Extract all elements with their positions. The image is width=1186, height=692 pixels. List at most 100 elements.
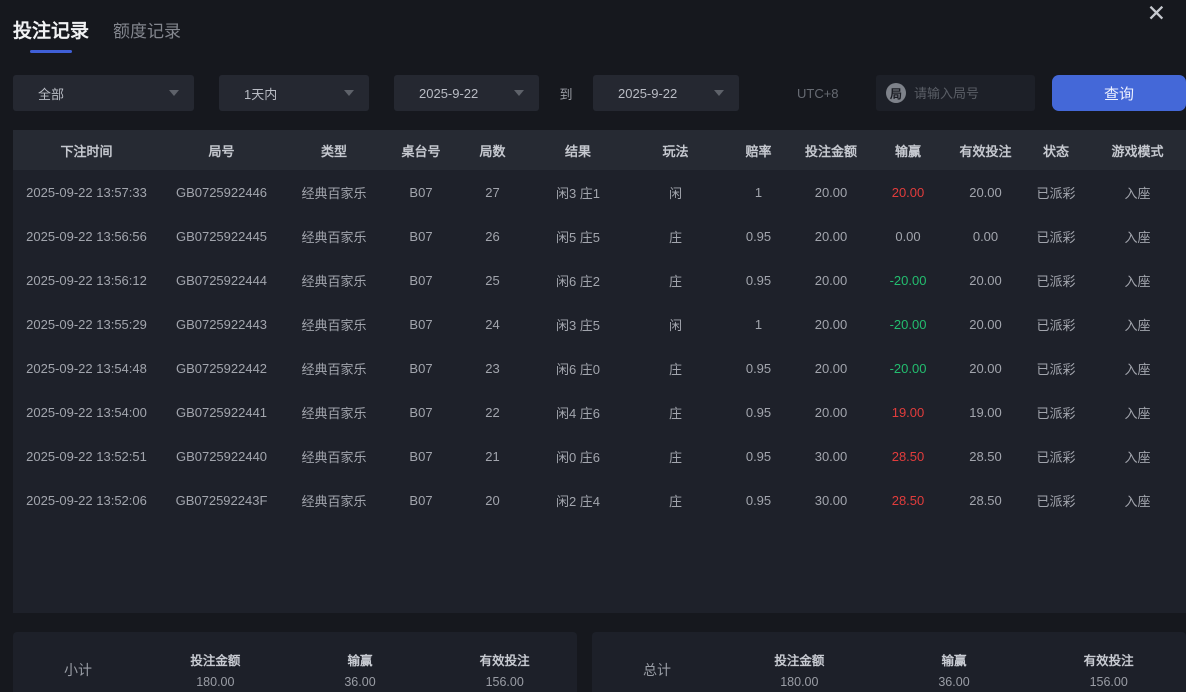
cell-table-no: B07: [385, 493, 457, 508]
cell-status: 已派彩: [1023, 491, 1089, 510]
cell-valid-bet: 20.00: [948, 273, 1023, 288]
cell-bet-amount: 20.00: [794, 185, 868, 200]
subtotal-valid-bet: 有效投注 156.00: [432, 650, 577, 689]
tab-betting-records-label: 投注记录: [13, 21, 89, 42]
cell-bet-amount: 30.00: [794, 449, 868, 464]
cell-odds: 0.95: [723, 273, 794, 288]
col-game-mode: 游戏模式: [1089, 141, 1186, 160]
chevron-down-icon: [344, 90, 354, 96]
cell-result: 闲6 庄2: [528, 271, 628, 290]
chevron-down-icon: [169, 90, 179, 96]
cell-bet-amount: 30.00: [794, 493, 868, 508]
cell-play: 庄: [628, 359, 723, 378]
cell-table-no: B07: [385, 405, 457, 420]
date-range-select-value: 1天内: [244, 84, 277, 103]
category-select[interactable]: 全部: [13, 75, 194, 111]
cell-bet-amount: 20.00: [794, 317, 868, 332]
cell-table-no: B07: [385, 273, 457, 288]
cell-win-loss: -20.00: [868, 361, 948, 376]
total-panel: 总计 投注金额 180.00 输赢 36.00 有效投注 156.00: [592, 632, 1186, 692]
summary-footer: 小计 投注金额 180.00 输赢 36.00 有效投注 156.00 总计: [13, 632, 1186, 692]
cell-result: 闲3 庄1: [528, 183, 628, 202]
cell-game-mode: 入座: [1089, 403, 1186, 422]
close-icon[interactable]: ✕: [1147, 2, 1166, 25]
cell-bet-time: 2025-09-22 13:56:56: [13, 229, 160, 244]
to-label: 到: [539, 84, 593, 103]
total-win-loss: 输赢 36.00: [877, 650, 1032, 689]
col-result: 结果: [528, 141, 628, 160]
cell-type: 经典百家乐: [283, 491, 385, 510]
cell-round-id: GB072592243F: [160, 493, 283, 508]
cell-bet-time: 2025-09-22 13:54:00: [13, 405, 160, 420]
col-bet-amount: 投注金额: [794, 141, 868, 160]
tab-quota-records[interactable]: 额度记录: [113, 17, 181, 42]
col-type: 类型: [283, 141, 385, 160]
query-button[interactable]: 查询: [1052, 75, 1186, 111]
cell-result: 闲6 庄0: [528, 359, 628, 378]
date-from-select[interactable]: 2025-9-22: [394, 75, 539, 111]
total-bet-amount: 投注金额 180.00: [722, 650, 877, 689]
round-search-input[interactable]: [914, 86, 1024, 101]
cell-table-no: B07: [385, 361, 457, 376]
cell-bet-amount: 20.00: [794, 361, 868, 376]
cell-type: 经典百家乐: [283, 227, 385, 246]
total-valid-bet: 有效投注 156.00: [1031, 650, 1186, 689]
cell-round: 25: [457, 273, 528, 288]
date-from-value: 2025-9-22: [419, 86, 478, 101]
cell-win-loss: 19.00: [868, 405, 948, 420]
cell-status: 已派彩: [1023, 403, 1089, 422]
cell-bet-amount: 20.00: [794, 229, 868, 244]
table-row: 2025-09-22 13:57:33 GB0725922446 经典百家乐 B…: [13, 170, 1186, 214]
cell-valid-bet: 20.00: [948, 185, 1023, 200]
cell-play: 庄: [628, 271, 723, 290]
round-search-field[interactable]: 局: [876, 75, 1035, 111]
cell-game-mode: 入座: [1089, 227, 1186, 246]
cell-type: 经典百家乐: [283, 315, 385, 334]
cell-win-loss: 20.00: [868, 185, 948, 200]
subtotal-bet-amount: 投注金额 180.00: [143, 650, 288, 689]
cell-status: 已派彩: [1023, 227, 1089, 246]
col-win-loss: 输赢: [868, 141, 948, 160]
cell-status: 已派彩: [1023, 447, 1089, 466]
table-row: 2025-09-22 13:56:12 GB0725922444 经典百家乐 B…: [13, 258, 1186, 302]
cell-play: 庄: [628, 491, 723, 510]
subtotal-stats: 投注金额 180.00 输赢 36.00 有效投注 156.00: [143, 650, 577, 689]
col-bet-time: 下注时间: [13, 141, 160, 160]
cell-play: 庄: [628, 447, 723, 466]
table-row: 2025-09-22 13:54:00 GB0725922441 经典百家乐 B…: [13, 390, 1186, 434]
cell-odds: 0.95: [723, 229, 794, 244]
cell-table-no: B07: [385, 229, 457, 244]
tab-bar: 投注记录 额度记录: [0, 0, 1186, 53]
cell-status: 已派彩: [1023, 315, 1089, 334]
cell-round-id: GB0725922443: [160, 317, 283, 332]
date-range-select[interactable]: 1天内: [219, 75, 369, 111]
cell-type: 经典百家乐: [283, 359, 385, 378]
cell-game-mode: 入座: [1089, 491, 1186, 510]
col-status: 状态: [1023, 141, 1089, 160]
cell-round: 21: [457, 449, 528, 464]
cell-bet-time: 2025-09-22 13:55:29: [13, 317, 160, 332]
col-play: 玩法: [628, 141, 723, 160]
cell-odds: 1: [723, 185, 794, 200]
cell-bet-time: 2025-09-22 13:56:12: [13, 273, 160, 288]
filter-bar: 全部 1天内 2025-9-22 到 2025-9-22 UTC+8 局 查询: [13, 75, 1186, 111]
cell-table-no: B07: [385, 185, 457, 200]
cell-game-mode: 入座: [1089, 447, 1186, 466]
cell-round: 23: [457, 361, 528, 376]
col-valid-bet: 有效投注: [948, 141, 1023, 160]
date-to-select[interactable]: 2025-9-22: [593, 75, 739, 111]
active-tab-indicator: [30, 50, 72, 53]
cell-result: 闲4 庄6: [528, 403, 628, 422]
tab-betting-records[interactable]: 投注记录: [13, 16, 89, 53]
cell-odds: 0.95: [723, 493, 794, 508]
col-round: 局数: [457, 141, 528, 160]
cell-valid-bet: 0.00: [948, 229, 1023, 244]
col-table-no: 桌台号: [385, 141, 457, 160]
cell-result: 闲3 庄5: [528, 315, 628, 334]
cell-table-no: B07: [385, 449, 457, 464]
cell-round-id: GB0725922440: [160, 449, 283, 464]
total-stats: 投注金额 180.00 输赢 36.00 有效投注 156.00: [722, 650, 1186, 689]
table-row: 2025-09-22 13:52:51 GB0725922440 经典百家乐 B…: [13, 434, 1186, 478]
cell-status: 已派彩: [1023, 271, 1089, 290]
cell-bet-time: 2025-09-22 13:54:48: [13, 361, 160, 376]
